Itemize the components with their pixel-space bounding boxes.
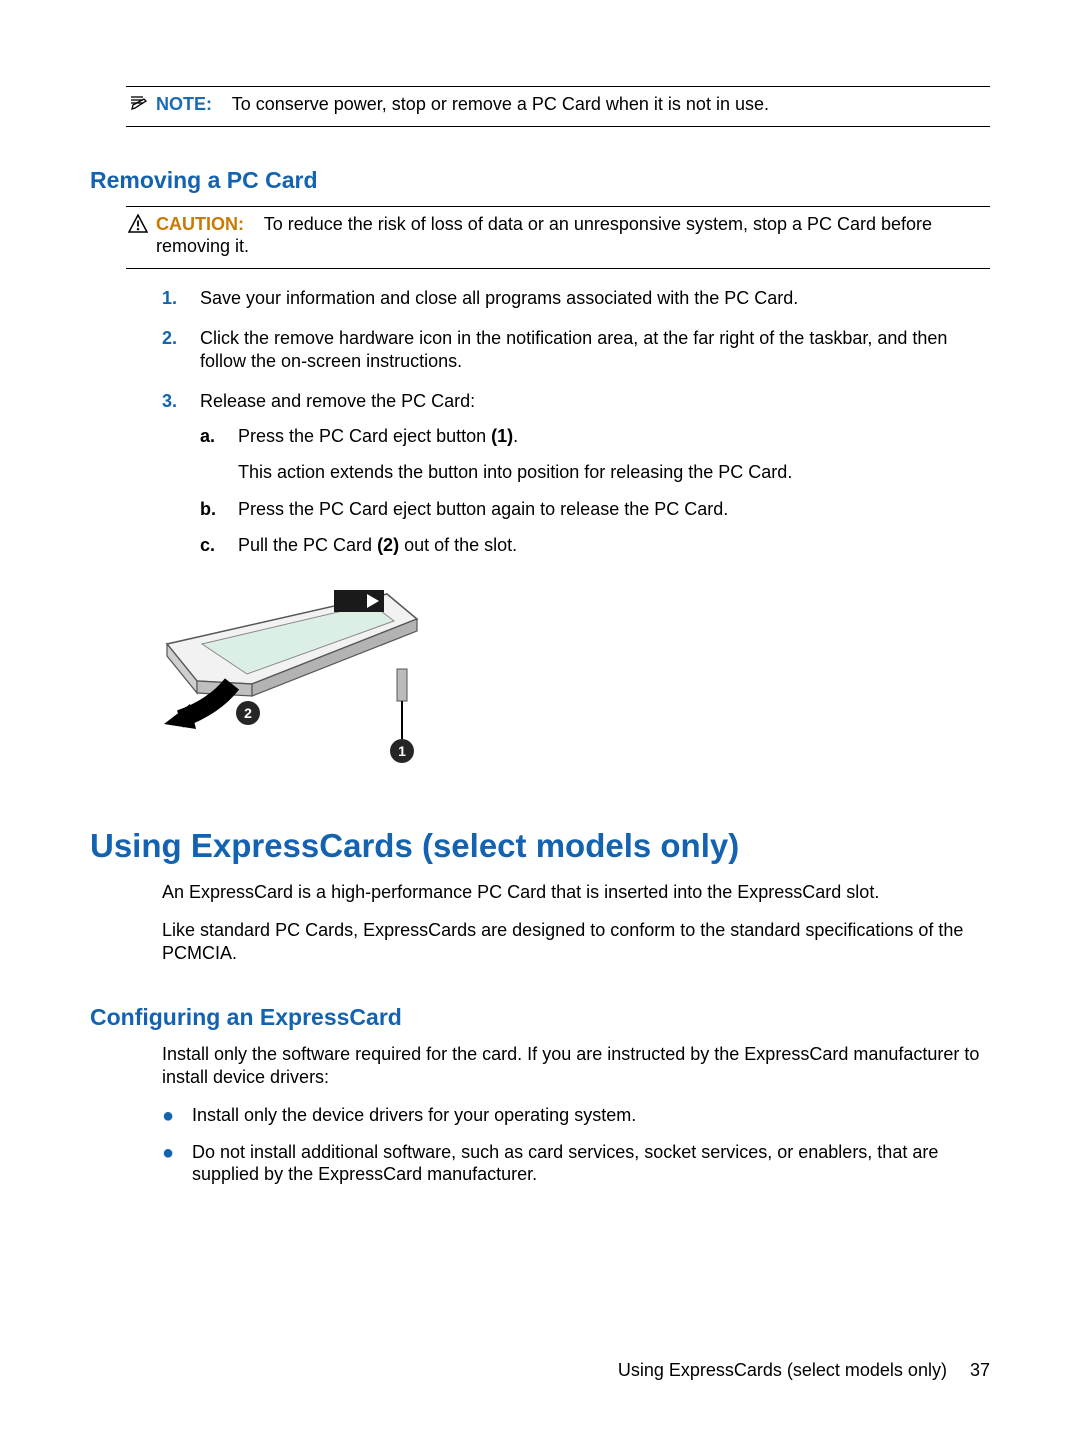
substep-marker: a. bbox=[200, 425, 220, 448]
heading-configuring-expresscard: Configuring an ExpressCard bbox=[90, 1004, 990, 1031]
step-3-intro: Release and remove the PC Card: bbox=[200, 391, 475, 411]
substep-text: Pull the PC Card (2) out of the slot. bbox=[238, 534, 990, 557]
heading-using-expresscards: Using ExpressCards (select models only) bbox=[90, 827, 990, 865]
step-text: Release and remove the PC Card: a. Press… bbox=[200, 390, 990, 571]
ordered-steps: 1. Save your information and close all p… bbox=[90, 287, 990, 571]
step-marker: 1. bbox=[162, 287, 182, 310]
substep-marker: c. bbox=[200, 534, 220, 557]
page-footer: Using ExpressCards (select models only) … bbox=[618, 1360, 990, 1381]
caution-label: CAUTION: bbox=[156, 214, 244, 234]
caution-text: To reduce the risk of loss of data or an… bbox=[156, 214, 932, 257]
footer-page-number: 37 bbox=[970, 1360, 990, 1380]
substep-marker: b. bbox=[200, 498, 220, 521]
step-text: Click the remove hardware icon in the no… bbox=[200, 327, 990, 372]
pc-card-illustration: 1 2 bbox=[162, 589, 990, 779]
substep-c: c. Pull the PC Card (2) out of the slot. bbox=[200, 534, 990, 557]
svg-text:2: 2 bbox=[244, 705, 252, 721]
note-admonition: NOTE: To conserve power, stop or remove … bbox=[126, 86, 990, 127]
svg-text:1: 1 bbox=[398, 743, 406, 759]
note-body: NOTE: To conserve power, stop or remove … bbox=[156, 93, 988, 116]
step-marker: 3. bbox=[162, 390, 182, 413]
step-3: 3. Release and remove the PC Card: a. Pr… bbox=[90, 390, 990, 571]
config-bullet-list: ● Install only the device drivers for yo… bbox=[90, 1104, 990, 1186]
caution-admonition: CAUTION: To reduce the risk of loss of d… bbox=[126, 206, 990, 269]
substep-b: b. Press the PC Card eject button again … bbox=[200, 498, 990, 521]
note-label: NOTE: bbox=[156, 94, 212, 114]
step-2: 2. Click the remove hardware icon in the… bbox=[90, 327, 990, 372]
heading-removing-pc-card: Removing a PC Card bbox=[90, 167, 990, 194]
footer-title: Using ExpressCards (select models only) bbox=[618, 1360, 947, 1380]
expresscard-intro-2: Like standard PC Cards, ExpressCards are… bbox=[162, 919, 990, 964]
step-text: Save your information and close all prog… bbox=[200, 287, 990, 310]
note-icon bbox=[128, 94, 148, 114]
bullet-text: Install only the device drivers for your… bbox=[192, 1104, 990, 1127]
bullet-icon: ● bbox=[162, 1106, 174, 1126]
config-intro: Install only the software required for t… bbox=[162, 1043, 990, 1088]
substep-text: Press the PC Card eject button again to … bbox=[238, 498, 990, 521]
caution-body: CAUTION: To reduce the risk of loss of d… bbox=[156, 213, 988, 258]
substep-text: Press the PC Card eject button (1). This… bbox=[238, 425, 990, 484]
config-bullet-2: ● Do not install additional software, su… bbox=[90, 1141, 990, 1186]
step-marker: 2. bbox=[162, 327, 182, 350]
substep-a: a. Press the PC Card eject button (1). T… bbox=[200, 425, 990, 484]
note-text: To conserve power, stop or remove a PC C… bbox=[232, 94, 769, 114]
bullet-text: Do not install additional software, such… bbox=[192, 1141, 990, 1186]
config-bullet-1: ● Install only the device drivers for yo… bbox=[90, 1104, 990, 1127]
lettered-substeps: a. Press the PC Card eject button (1). T… bbox=[200, 425, 990, 557]
caution-icon bbox=[128, 214, 148, 234]
expresscard-intro-1: An ExpressCard is a high-performance PC … bbox=[162, 881, 990, 904]
bullet-icon: ● bbox=[162, 1143, 174, 1163]
document-page: NOTE: To conserve power, stop or remove … bbox=[0, 0, 1080, 1437]
step-1: 1. Save your information and close all p… bbox=[90, 287, 990, 310]
substep-a-extra: This action extends the button into posi… bbox=[238, 461, 990, 484]
